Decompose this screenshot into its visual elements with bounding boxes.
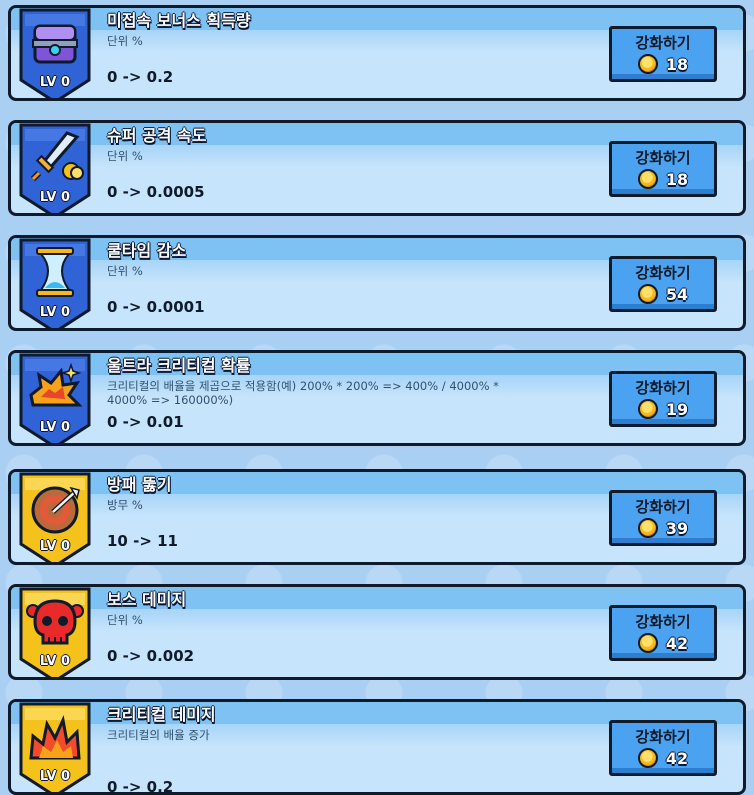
level-badge: LV 0 (19, 235, 91, 331)
cost-amount: 39 (666, 519, 688, 538)
coin-icon (638, 748, 658, 768)
level-label: LV 0 (19, 539, 91, 554)
upgrade-value: 0 -> 0.01 (107, 413, 184, 431)
upgrade-button-label: 강화하기 (612, 726, 714, 747)
upgrade-description: 크리티컬의 배율 증가 (107, 728, 527, 742)
coin-icon (638, 518, 658, 538)
level-badge: LV 0 (19, 120, 91, 216)
upgrade-button[interactable]: 강화하기 42 (609, 720, 717, 776)
upgrade-button-label: 강화하기 (612, 496, 714, 517)
upgrade-button-label: 강화하기 (612, 32, 714, 53)
upgrade-card: LV 0 미접속 보너스 획득량 단위 % 0 -> 0.2 강화하기 18 (8, 5, 746, 101)
upgrade-button-label: 강화하기 (612, 262, 714, 283)
upgrade-value: 0 -> 0.0001 (107, 298, 205, 316)
level-badge: LV 0 (19, 469, 91, 565)
upgrade-button[interactable]: 강화하기 19 (609, 371, 717, 427)
cost: 18 (612, 169, 714, 189)
cost-amount: 18 (666, 55, 688, 74)
upgrade-button[interactable]: 강화하기 54 (609, 256, 717, 312)
cost: 42 (612, 748, 714, 768)
cost-amount: 19 (666, 400, 688, 419)
cost-amount: 18 (666, 170, 688, 189)
upgrade-card: LV 0 쿨타임 감소 단위 % 0 -> 0.0001 강화하기 54 (8, 235, 746, 331)
upgrade-button[interactable]: 강화하기 39 (609, 490, 717, 546)
upgrade-button-label: 강화하기 (612, 377, 714, 398)
upgrade-value: 10 -> 11 (107, 532, 178, 550)
upgrade-button[interactable]: 강화하기 42 (609, 605, 717, 661)
upgrade-button-label: 강화하기 (612, 611, 714, 632)
upgrade-title: 미접속 보너스 획득량 (107, 7, 251, 31)
upgrade-title: 울트라 크리티컬 확률 (107, 352, 251, 376)
level-badge: LV 0 (19, 699, 91, 795)
upgrade-title: 보스 데미지 (107, 586, 186, 610)
level-label: LV 0 (19, 75, 91, 90)
level-label: LV 0 (19, 769, 91, 784)
upgrade-description: 단위 % (107, 34, 527, 48)
cost: 19 (612, 399, 714, 419)
upgrade-title: 방패 뚫기 (107, 471, 171, 495)
level-label: LV 0 (19, 190, 91, 205)
upgrade-card: LV 0 울트라 크리티컬 확률 크리티컬의 배율을 제곱으로 적용함(예) 2… (8, 350, 746, 446)
upgrade-button[interactable]: 강화하기 18 (609, 141, 717, 197)
upgrade-description: 단위 % (107, 149, 527, 163)
upgrade-card: LV 0 방패 뚫기 방무 % 10 -> 11 강화하기 39 (8, 469, 746, 565)
cost-amount: 42 (666, 749, 688, 768)
upgrade-card: LV 0 크리티컬 데미지 크리티컬의 배율 증가 0 -> 0.2 강화하기 … (8, 699, 746, 795)
coin-icon (638, 399, 658, 419)
upgrade-card: LV 0 슈퍼 공격 속도 단위 % 0 -> 0.0005 강화하기 18 (8, 120, 746, 216)
upgrade-value: 0 -> 0.0005 (107, 183, 205, 201)
level-label: LV 0 (19, 420, 91, 435)
coin-icon (638, 633, 658, 653)
cost-amount: 42 (666, 634, 688, 653)
cost: 42 (612, 633, 714, 653)
upgrade-description: 단위 % (107, 264, 527, 278)
upgrade-card: LV 0 보스 데미지 단위 % 0 -> 0.002 강화하기 42 (8, 584, 746, 680)
level-label: LV 0 (19, 305, 91, 320)
cost: 39 (612, 518, 714, 538)
cost-amount: 54 (666, 285, 688, 304)
upgrade-title: 크리티컬 데미지 (107, 701, 216, 725)
upgrade-button[interactable]: 강화하기 18 (609, 26, 717, 82)
coin-icon (638, 54, 658, 74)
level-badge: LV 0 (19, 584, 91, 680)
cost: 18 (612, 54, 714, 74)
upgrade-description: 크리티컬의 배율을 제곱으로 적용함(예) 200% * 200% => 400… (107, 379, 527, 407)
level-badge: LV 0 (19, 5, 91, 101)
level-badge: LV 0 (19, 350, 91, 446)
cost: 54 (612, 284, 714, 304)
upgrade-title: 쿨타임 감소 (107, 237, 186, 261)
coin-icon (638, 169, 658, 189)
upgrade-value: 0 -> 0.002 (107, 647, 194, 665)
upgrade-title: 슈퍼 공격 속도 (107, 122, 206, 146)
level-label: LV 0 (19, 654, 91, 669)
upgrade-description: 방무 % (107, 498, 527, 512)
coin-icon (638, 284, 658, 304)
upgrade-description: 단위 % (107, 613, 527, 627)
upgrade-value: 0 -> 0.2 (107, 68, 173, 86)
upgrade-button-label: 강화하기 (612, 147, 714, 168)
upgrade-value: 0 -> 0.2 (107, 778, 173, 795)
